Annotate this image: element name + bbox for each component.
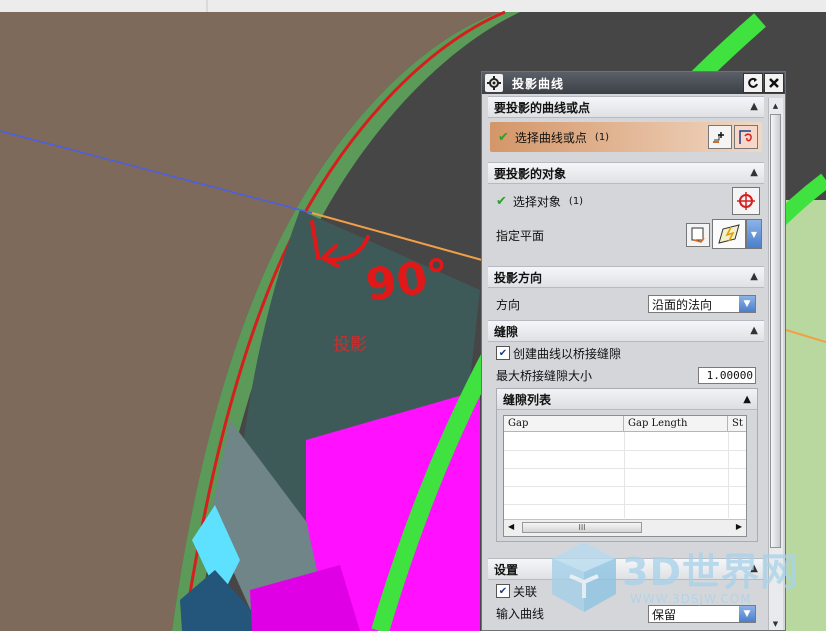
column-header-gap-length[interactable]: Gap Length [624,416,728,432]
direction-label: 方向 [496,297,521,312]
column-header-gap[interactable]: Gap [504,416,624,432]
create-bridge-checkbox[interactable]: ✔ [496,346,510,360]
table-row[interactable] [504,468,746,487]
curve-rule-icon [713,132,724,143]
top-toolbar-strip [0,0,826,12]
reset-button[interactable] [743,73,763,93]
input-curve-label: 输入曲线 [496,606,545,621]
specify-plane-row: 指定平面 ▼ [488,218,764,252]
projection-annotation: 投影 [333,335,367,355]
direction-row: 方向 沿面的法向 ▼ [488,288,764,320]
scroll-thumb[interactable]: III [522,522,642,533]
table-row[interactable] [504,432,746,451]
checkmark-icon: ✔ [496,193,507,209]
chevron-up-icon[interactable]: ▲ [750,271,758,282]
reset-icon [748,77,758,88]
select-object-row[interactable]: ✔ 选择对象 (1) [488,184,764,218]
max-gap-row: 最大桥接缝隙大小 1.00000 [488,364,764,386]
create-bridge-row[interactable]: ✔ 创建曲线以桥接缝隙 [488,342,764,364]
gap-list-panel: 缝隙列表 ▲ Gap Gap Length St ◀ III ▶ [496,388,758,542]
chevron-down-icon[interactable]: ▼ [746,219,762,249]
chevron-down-icon[interactable]: ▼ [739,296,755,312]
column-header-status[interactable]: St [728,416,746,432]
gear-icon[interactable] [485,74,503,92]
section-title: 设置 [494,562,519,577]
scroll-down-icon[interactable]: ▼ [770,618,781,630]
create-bridge-label: 创建曲线以桥接缝隙 [513,346,622,361]
cube-logo-icon [552,542,616,612]
chevron-up-icon[interactable]: ▲ [743,394,751,405]
checkmark-icon: ✔ [498,129,509,145]
associative-label: 关联 [513,584,538,599]
section-header-direction[interactable]: 投影方向 ▲ [488,266,764,288]
select-curve-button[interactable] [734,125,758,149]
associative-checkbox[interactable]: ✔ [496,584,510,598]
section-header-curves[interactable]: 要投影的曲线或点 ▲ [488,96,764,118]
scroll-thumb[interactable] [770,114,781,548]
plane-selector-button[interactable] [712,219,746,249]
scroll-up-icon[interactable]: ▲ [770,100,781,112]
select-curve-label: 选择曲线或点 [514,130,587,145]
close-button[interactable] [764,73,784,93]
direction-value: 沿面的法向 [652,297,713,312]
horizontal-scrollbar[interactable]: ◀ III ▶ [504,519,746,536]
scroll-right-icon[interactable]: ▶ [736,522,742,531]
column-divider [728,432,729,518]
section-title: 要投影的曲线或点 [494,100,591,115]
plane-dialog-icon [691,227,705,243]
select-curve-row[interactable]: ✔ 选择曲线或点 (1) [490,122,762,152]
dialog-title: 投影曲线 [512,76,565,91]
select-object-label: 选择对象 [512,194,561,209]
scroll-left-icon[interactable]: ◀ [508,522,514,531]
select-curve-icon [739,130,752,144]
section-title: 要投影的对象 [494,166,567,181]
direction-dropdown[interactable]: 沿面的法向 ▼ [648,295,756,313]
section-header-objects[interactable]: 要投影的对象 ▲ [488,162,764,184]
select-object-button[interactable] [732,187,760,215]
select-count: (1) [568,195,584,207]
plane-icon [718,224,740,244]
table-row[interactable] [504,486,746,505]
chevron-up-icon[interactable]: ▲ [750,101,758,112]
select-count: (1) [594,131,610,143]
close-icon [769,78,779,88]
section-title: 缝隙 [494,324,519,339]
watermark-url: WWW.3DSJW.COM [630,592,752,606]
curve-rule-button[interactable] [708,125,732,149]
max-gap-input[interactable]: 1.00000 [698,367,756,384]
chevron-up-icon[interactable]: ▲ [750,167,758,178]
dialog-titlebar[interactable]: 投影曲线 [482,72,785,94]
table-row[interactable] [504,450,746,469]
gap-list-title: 缝隙列表 [503,392,552,407]
watermark-brand: 3D世界网 [622,550,799,594]
column-divider [624,432,625,518]
specify-plane-label: 指定平面 [496,228,545,243]
chevron-up-icon[interactable]: ▲ [750,325,758,336]
crosshair-icon [737,192,755,210]
watermark: 3D世界网 WWW.3DSJW.COM [544,536,814,618]
gap-table[interactable]: Gap Gap Length St ◀ III ▶ [503,415,747,537]
plane-dialog-button[interactable] [686,223,710,247]
section-title: 投影方向 [494,270,543,285]
section-header-gap[interactable]: 缝隙 ▲ [488,320,764,342]
gap-list-header[interactable]: 缝隙列表 ▲ [497,389,757,410]
max-gap-label: 最大桥接缝隙大小 [496,368,593,383]
